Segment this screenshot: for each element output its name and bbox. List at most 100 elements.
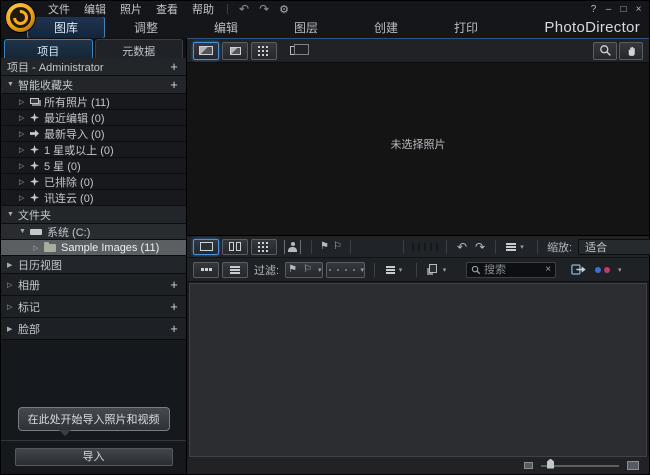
expand-closed-icon[interactable]: ▷ [19,194,30,202]
view-options-button[interactable]: ▾ [502,239,528,255]
expand-closed-icon[interactable]: ▷ [7,303,18,311]
pan-hand-button[interactable] [619,42,643,60]
photo-only-mode-button[interactable] [222,42,248,60]
rating-filter-dropdown[interactable]: ▾ [326,262,366,278]
flag-pick-icon[interactable]: ⚑ [318,241,331,252]
stack-dropdown[interactable]: ▾ [423,262,449,278]
expand-closed-icon[interactable]: ▷ [33,244,44,252]
search-box[interactable]: × [466,262,556,278]
clear-search-icon[interactable]: × [543,264,551,275]
slideshow-color-dropdown[interactable]: ▾ [595,262,622,278]
compare-view-button[interactable] [222,239,248,255]
single-view-button[interactable] [193,239,219,255]
thumbnail-size-slider[interactable] [541,465,619,467]
expand-closed-icon[interactable]: ▷ [19,146,30,154]
minimize-button[interactable]: – [601,4,616,15]
expand-closed-icon[interactable]: ▷ [19,178,30,186]
multi-view-button[interactable] [251,239,277,255]
menu-help[interactable]: 帮助 [185,1,221,17]
add-album-button[interactable]: + [168,280,180,290]
search-input[interactable] [484,264,543,276]
tab-print[interactable]: 打印 [427,16,505,39]
smart-item-latest-import[interactable]: ▷ 最新导入 (0) [1,126,186,142]
undo-icon[interactable]: ↶ [234,3,254,15]
expand-closed-icon[interactable]: ▷ [19,130,30,138]
smart-item-cyberlink-cloud[interactable]: ▷ 讯连云 (0) [1,190,186,206]
rotate-left-icon[interactable]: ↶ [453,240,471,254]
tab-adjust[interactable]: 调整 [107,16,185,39]
expand-open-icon[interactable]: ▼ [7,211,18,218]
add-face-button[interactable]: + [168,324,180,334]
tab-library[interactable]: 图库 [27,16,105,39]
maximize-button[interactable]: □ [616,4,631,15]
thumbnail-view-button[interactable] [193,262,219,278]
folders-header[interactable]: ▼ 文件夹 [1,206,186,224]
filmstrip-panel[interactable] [189,283,647,457]
import-button[interactable]: 导入 [15,448,173,466]
slider-handle[interactable] [547,459,554,469]
smart-item-rejected[interactable]: ▷ 已排除 (0) [1,174,186,190]
help-button[interactable]: ? [586,4,601,15]
add-smart-collection-button[interactable]: + [168,80,180,90]
list-view-button[interactable] [222,262,248,278]
expand-closed-icon[interactable]: ▷ [19,162,30,170]
smart-item-recently-edited[interactable]: ▷ 最近编辑 (0) [1,110,186,126]
face-tag-button[interactable] [284,240,301,254]
sort-dropdown[interactable]: ▾ [381,262,407,278]
zoom-select[interactable]: 适合 ▾ [578,239,650,255]
close-button[interactable]: × [631,4,646,15]
tab-project[interactable]: 项目 [4,39,93,58]
color-label-purple[interactable] [436,243,438,251]
expand-closed-filled-icon[interactable]: ▶ [7,261,18,269]
photo-viewer-mode-button[interactable] [193,42,219,60]
photo-canvas: 未选择照片 [187,63,649,236]
color-label-teal[interactable] [424,243,426,251]
menu-file[interactable]: 文件 [41,1,77,17]
smart-item-five-star[interactable]: ▷ 5 星 (0) [1,158,186,174]
window-controls: ? – □ × [586,4,649,15]
color-label-green[interactable] [418,243,420,251]
viewer-toolbar [187,39,649,63]
smart-item-all-photos[interactable]: ▷ 所有照片 (11) [1,94,186,110]
menu-photo[interactable]: 照片 [113,1,149,17]
rotate-right-icon[interactable]: ↷ [471,240,489,254]
tab-metadata[interactable]: 元数据 [95,39,184,58]
flag-reject-icon[interactable]: ⚐ [331,241,344,252]
export-button[interactable] [566,262,592,278]
smart-item-label: 最新导入 (0) [44,126,105,142]
expand-closed-icon[interactable]: ▷ [19,98,30,106]
folder-drive-c[interactable]: ▼ 系统 (C:) [1,224,186,240]
secondary-display-icon[interactable] [290,46,303,55]
folder-sample-images[interactable]: ▷ Sample Images (11) [1,240,186,256]
expand-closed-icon[interactable]: ▷ [7,281,18,289]
color-label-blue[interactable] [430,243,432,251]
expand-open-icon[interactable]: ▼ [7,81,18,88]
add-project-button[interactable]: + [168,62,180,72]
smart-item-one-star-up[interactable]: ▷ 1 星或以上 (0) [1,142,186,158]
toolbar-separator [537,240,538,254]
albums-header[interactable]: ▷ 相册 + [1,274,186,296]
smart-collections-header[interactable]: ▼ 智能收藏夹 + [1,76,186,94]
add-tag-button[interactable]: + [168,302,180,312]
tags-header[interactable]: ▷ 标记 + [1,296,186,318]
menu-view[interactable]: 查看 [149,1,185,17]
smart-collections-label: 智能收藏夹 [18,77,73,93]
tab-layers[interactable]: 图层 [267,16,345,39]
calendar-view-header[interactable]: ▶ 日历视图 [1,256,186,274]
expand-open-icon[interactable]: ▼ [19,228,30,235]
project-row[interactable]: 项目 - Administrator + [1,58,186,76]
flag-filter-dropdown[interactable]: ⚑ ⚐ ▾ [285,262,322,278]
toolbar-separator [403,240,404,254]
menu-edit[interactable]: 编辑 [77,1,113,17]
color-label-red[interactable] [412,243,414,251]
tab-create[interactable]: 创建 [347,16,425,39]
tab-edit[interactable]: 编辑 [187,16,265,39]
expand-closed-icon[interactable]: ▷ [19,114,30,122]
grid-mode-button[interactable] [251,42,277,60]
import-hint-callout[interactable]: 在此处开始导入照片和视频 [18,407,170,431]
expand-closed-filled-icon[interactable]: ▶ [7,325,18,333]
faces-header[interactable]: ▶ 脸部 + [1,318,186,340]
zoom-tool-button[interactable] [593,42,617,60]
settings-gear-icon[interactable]: ⚙ [274,3,294,16]
redo-icon[interactable]: ↷ [254,3,274,15]
